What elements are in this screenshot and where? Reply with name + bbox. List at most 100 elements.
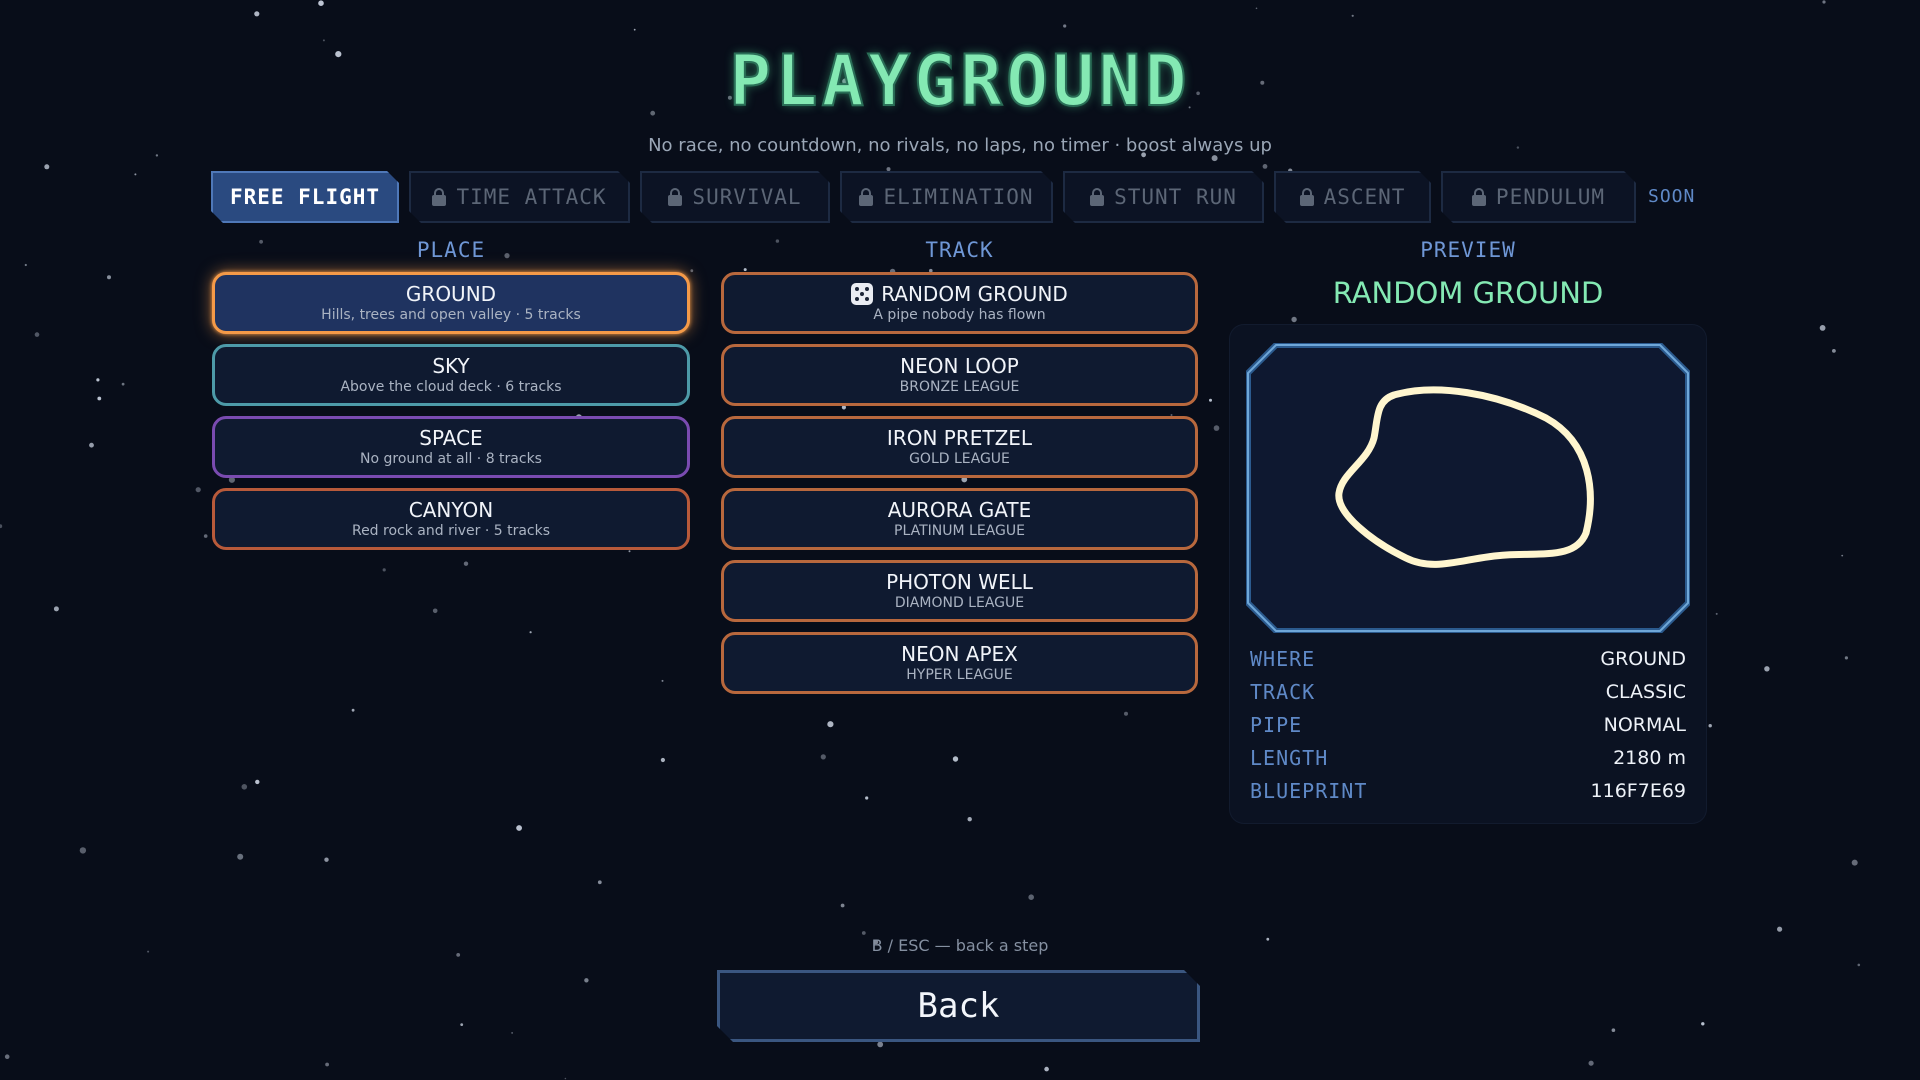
star [96, 378, 100, 382]
star [564, 1077, 567, 1080]
track-name: PHOTON WELL [886, 570, 1033, 594]
star [241, 784, 248, 790]
star [1841, 554, 1844, 557]
star [44, 164, 50, 170]
track-league: DIAMOND LEAGUE [894, 595, 1025, 611]
tab-label: TIME ATTACK [456, 185, 607, 209]
tab-label: ASCENT [1323, 185, 1406, 209]
track-card-aurora-gate[interactable]: AURORA GATE PLATINUM LEAGUE [721, 488, 1198, 550]
star [1844, 656, 1848, 660]
track-card-neon-loop[interactable]: NEON LOOP BRONZE LEAGUE [721, 344, 1198, 406]
track-card-neon-apex[interactable]: NEON APEX HYPER LEAGUE [721, 632, 1198, 694]
place-description: Red rock and river · 5 tracks [351, 523, 551, 539]
star [1708, 724, 1712, 728]
star [1851, 859, 1858, 866]
tab-label: ELIMINATION [883, 185, 1034, 209]
star [1764, 666, 1770, 672]
star [1211, 155, 1218, 162]
star [886, 167, 891, 172]
track-preview-map [1246, 343, 1690, 633]
star [1777, 926, 1783, 932]
star [690, 269, 694, 273]
star [432, 608, 438, 614]
star [53, 606, 59, 612]
preview-panel: WHERE GROUND TRACK CLASSIC PIPE NORMAL L… [1230, 325, 1706, 823]
preview-column-header: PREVIEW [1420, 238, 1516, 262]
star [24, 263, 27, 267]
tab-label: FREE FLIGHT [229, 185, 381, 209]
tab-survival[interactable]: SURVIVAL [640, 171, 830, 223]
star [324, 857, 329, 862]
stat-value: CLASSIC [1605, 680, 1686, 703]
keyboard-hint: B / ESC — back a step [871, 936, 1049, 955]
place-card-ground[interactable]: GROUND Hills, trees and open valley · 5 … [212, 272, 690, 334]
lock-icon [1300, 188, 1314, 206]
track-card-iron-pretzel[interactable]: IRON PRETZEL GOLD LEAGUE [721, 416, 1198, 478]
back-button-label: Back [917, 986, 1000, 1026]
place-description: Hills, trees and open valley · 5 tracks [321, 307, 581, 323]
track-card-photon-well[interactable]: PHOTON WELL DIAMOND LEAGUE [721, 560, 1198, 622]
tab-ascent[interactable]: ASCENT [1274, 171, 1431, 223]
stat-value: NORMAL [1603, 713, 1686, 736]
tab-stunt-run[interactable]: STUNT RUN [1063, 171, 1264, 223]
star [877, 1041, 884, 1048]
track-name: IRON PRETZEL [886, 426, 1033, 450]
place-name: SPACE [419, 426, 483, 450]
lock-icon [668, 188, 682, 206]
star [967, 817, 972, 822]
track-league: HYPER LEAGUE [906, 667, 1013, 683]
place-card-sky[interactable]: SKY Above the cloud deck · 6 tracks [212, 344, 690, 406]
star [1611, 1028, 1616, 1032]
track-card-random-ground[interactable]: RANDOM GROUND A pipe nobody has flown [721, 272, 1198, 334]
star [1044, 1066, 1049, 1072]
star [628, 550, 631, 553]
tab-label: PENDULUM [1495, 185, 1606, 209]
star [1351, 14, 1354, 17]
star [351, 708, 355, 712]
page-title: PLAYGROUND [728, 39, 1191, 123]
preview-track-name: RANDOM GROUND [1332, 276, 1604, 310]
track-name: NEON APEX [901, 642, 1018, 666]
stat-label: LENGTH [1250, 745, 1329, 770]
star [743, 268, 747, 272]
track-league: GOLD LEAGUE [909, 451, 1010, 467]
track-description: A pipe nobody has flown [873, 307, 1046, 323]
star [1063, 24, 1067, 28]
tab-time-attack[interactable]: TIME ATTACK [409, 171, 630, 223]
tab-label: SURVIVAL [692, 185, 802, 209]
star [107, 275, 111, 280]
star [661, 679, 664, 682]
dice-icon [851, 283, 874, 305]
star [254, 11, 260, 17]
place-card-canyon[interactable]: CANYON Red rock and river · 5 tracks [212, 488, 690, 550]
star [0, 524, 3, 529]
stat-row-length: LENGTH 2180 m [1250, 741, 1686, 774]
tab-pendulum[interactable]: PENDULUM [1441, 171, 1636, 223]
back-button[interactable]: Back [717, 970, 1200, 1042]
star [1857, 963, 1861, 967]
star [203, 534, 208, 538]
track-name: AURORA GATE [887, 498, 1032, 522]
star [1213, 425, 1220, 431]
track-name: NEON LOOP [900, 354, 1019, 378]
place-name: GROUND [405, 282, 497, 306]
star [1822, 0, 1826, 4]
tab-elimination[interactable]: ELIMINATION [840, 171, 1053, 223]
star [382, 568, 386, 572]
star [1262, 164, 1268, 169]
place-description: No ground at all · 8 tracks [360, 451, 542, 467]
place-description: Above the cloud deck · 6 tracks [340, 379, 562, 395]
track-column-header: TRACK [925, 238, 994, 262]
tab-free-flight[interactable]: FREE FLIGHT [211, 171, 399, 223]
track-name: RANDOM GROUND [881, 282, 1068, 306]
stat-label: BLUEPRINT [1250, 778, 1368, 803]
star [318, 0, 324, 6]
star [1819, 325, 1826, 331]
star [1588, 1060, 1594, 1066]
track-league: BRONZE LEAGUE [899, 379, 1020, 395]
place-card-space[interactable]: SPACE No ground at all · 8 tracks [212, 416, 690, 478]
stat-label: WHERE [1250, 646, 1316, 671]
star [237, 853, 244, 860]
star [195, 487, 201, 493]
star [840, 903, 845, 908]
